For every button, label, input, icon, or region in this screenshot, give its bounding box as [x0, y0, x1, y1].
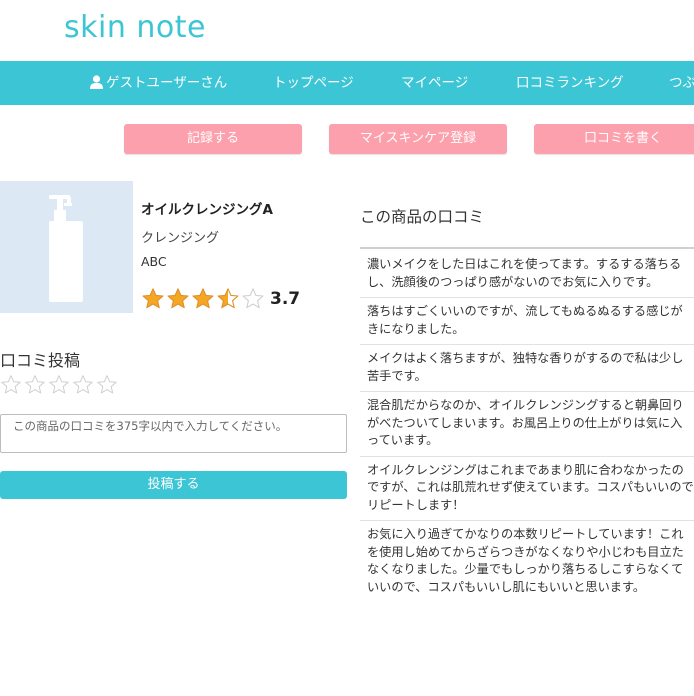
- nav-my-page[interactable]: マイページ: [401, 61, 468, 105]
- star-icon[interactable]: [48, 374, 70, 396]
- star-icon: [217, 288, 239, 309]
- reviews-section-title: この商品の口コミ: [360, 208, 485, 226]
- nav-more[interactable]: つぶ: [669, 61, 694, 105]
- rating-value: 3.7: [270, 289, 301, 309]
- star-icon[interactable]: [0, 374, 22, 396]
- user-icon: [90, 74, 103, 89]
- submit-review-button[interactable]: 投稿する: [0, 471, 347, 499]
- review-item: 落ちはすごくいいのですが、流してもぬるぬるする感じがきになりました。: [360, 298, 694, 345]
- product-category: クレンジング: [141, 231, 220, 246]
- rating-stars: [141, 287, 266, 311]
- review-item: 濃いメイクをした日はこれを使ってます。するする落ちるし、洗顔後のつっぱり感がない…: [360, 251, 694, 298]
- star-icon: [142, 288, 164, 309]
- product-name: オイルクレンジングA: [141, 202, 273, 218]
- star-icon[interactable]: [96, 374, 118, 396]
- review-post-heading: 口コミ投稿: [0, 351, 81, 370]
- review-item: 混合肌だからなのか、オイルクレンジングすると朝鼻回りがべたついてしまいます。お風…: [360, 392, 694, 457]
- reviews-divider: [360, 247, 694, 249]
- star-icon[interactable]: [72, 374, 94, 396]
- review-list: 濃いメイクをした日はこれを使ってます。するする落ちるし、洗顔後のつっぱり感がない…: [360, 251, 694, 602]
- nav-user-label: ゲストユーザーさん: [106, 75, 228, 91]
- nav-review-ranking[interactable]: 口コミランキング: [516, 61, 624, 105]
- main-navbar: ゲストユーザーさん トップページ マイページ 口コミランキング つぶ: [0, 61, 694, 105]
- record-button[interactable]: 記録する: [124, 124, 302, 154]
- nav-top-page[interactable]: トップページ: [273, 61, 354, 105]
- site-logo[interactable]: skin note: [64, 10, 206, 45]
- review-item: メイクはよく落ちますが、独特な香りがするので私は少し苦手です。: [360, 345, 694, 392]
- review-star-selector[interactable]: [0, 374, 120, 396]
- product-image: [0, 181, 133, 313]
- review-item: オイルクレンジングはこれまであまり肌に合わなかったのですが、これは肌荒れせず使え…: [360, 457, 694, 521]
- product-rating: 3.7: [141, 286, 300, 312]
- review-textarea[interactable]: [0, 414, 347, 453]
- star-icon: [242, 288, 264, 309]
- product-brand: ABC: [141, 254, 167, 269]
- star-icon[interactable]: [24, 374, 46, 396]
- nav-user[interactable]: ゲストユーザーさん: [90, 61, 227, 105]
- review-item: お気に入り過ぎてかなりの本数リピートしています！これを使用し始めてからざらつきが…: [367, 527, 684, 594]
- bottle-icon: [49, 195, 83, 302]
- star-icon: [192, 288, 214, 309]
- register-skincare-button[interactable]: マイスキンケア登録: [329, 124, 507, 154]
- star-icon: [167, 288, 189, 309]
- write-review-button[interactable]: 口コミを書く: [534, 124, 694, 154]
